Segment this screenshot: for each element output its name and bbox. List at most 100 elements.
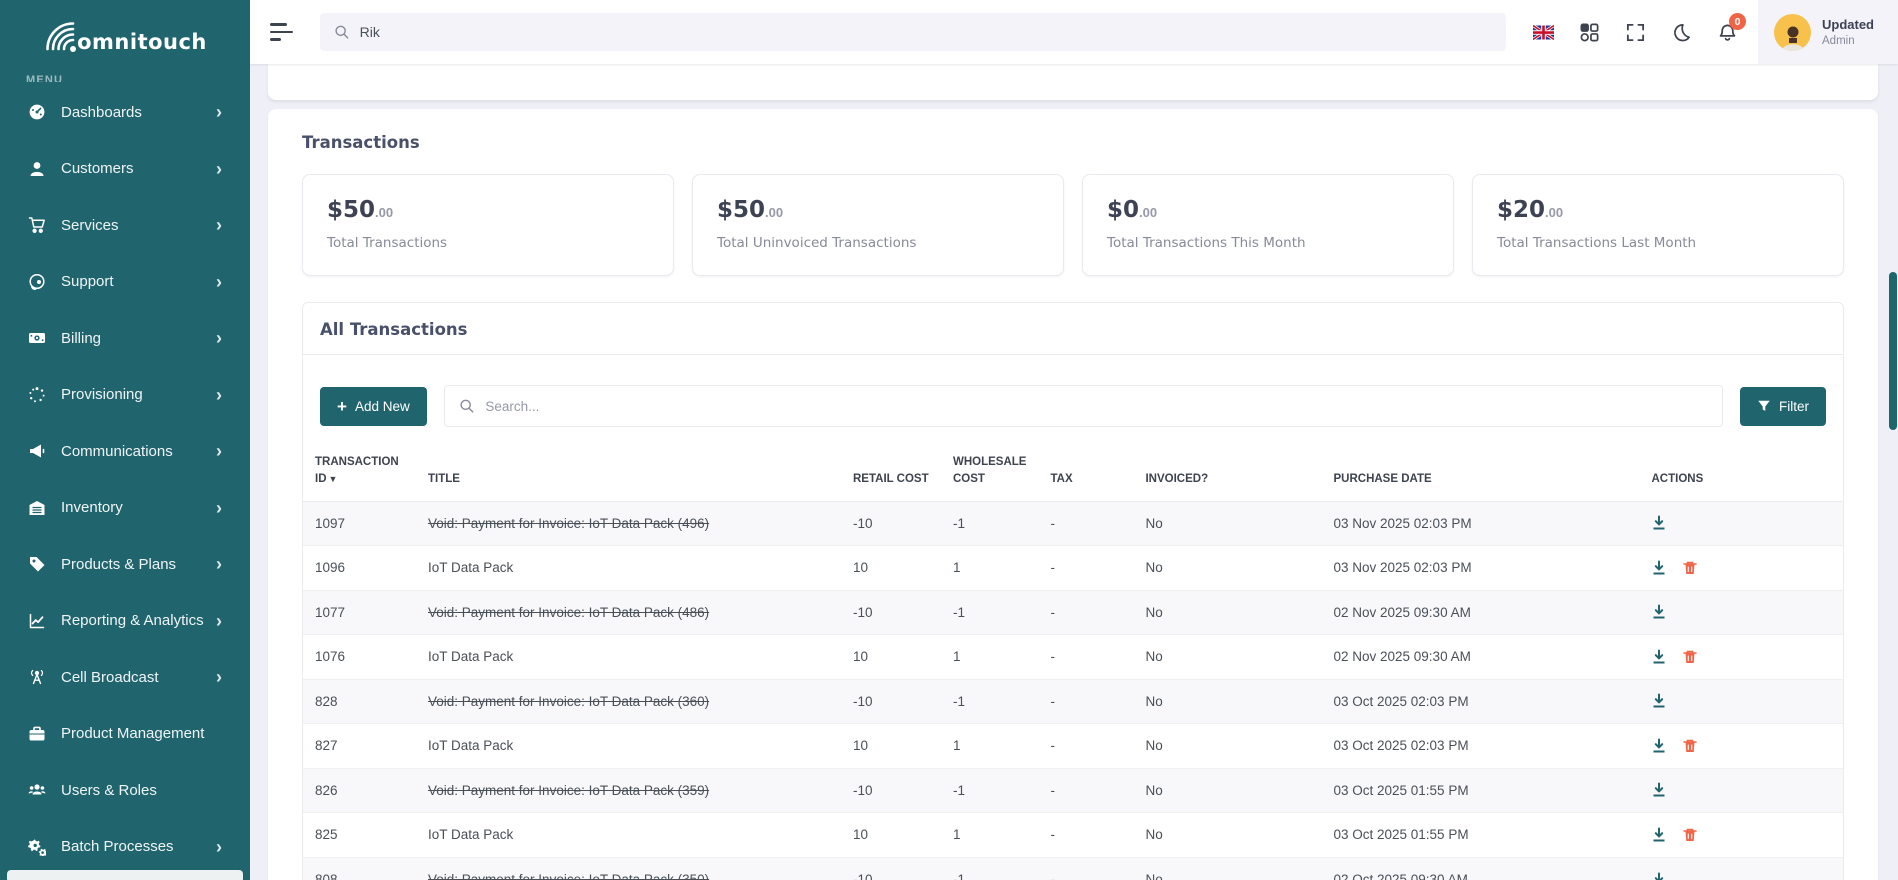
- stat-label: Total Transactions This Month: [1107, 235, 1429, 251]
- tag-icon: [26, 554, 48, 574]
- support-headset-icon: [26, 272, 48, 292]
- download-invoice-button[interactable]: [1651, 738, 1667, 754]
- download-invoice-button[interactable]: [1651, 782, 1667, 798]
- fullscreen-icon: [1625, 22, 1646, 43]
- stat-card: $50.00 Total Uninvoiced Transactions: [692, 174, 1064, 276]
- avatar-person-icon: [1778, 21, 1808, 51]
- table-row: 1077 Void: Payment for Invoice: IoT Data…: [303, 590, 1843, 635]
- table-row: 1097 Void: Payment for Invoice: IoT Data…: [303, 501, 1843, 546]
- cell-transaction-id: 808: [303, 857, 416, 880]
- download-icon: [1651, 827, 1667, 843]
- language-flag-button[interactable]: [1520, 9, 1566, 55]
- cell-purchase-date: 03 Nov 2025 02:03 PM: [1321, 501, 1639, 546]
- sidebar-item-label: Provisioning: [61, 386, 216, 403]
- download-icon: [1651, 872, 1667, 880]
- cell-title: Void: Payment for Invoice: IoT Data Pack…: [428, 783, 709, 798]
- cell-retail-cost: -10: [841, 501, 941, 546]
- notification-badge: 0: [1729, 13, 1746, 30]
- transactions-table: TRANSACTION ID▼TITLERETAIL COSTWHOLESALE…: [303, 446, 1843, 880]
- stat-card: $20.00 Total Transactions Last Month: [1472, 174, 1844, 276]
- cell-wholesale-cost: 1: [941, 635, 1038, 680]
- sort-desc-icon[interactable]: ▼: [329, 474, 338, 484]
- cell-wholesale-cost: -1: [941, 679, 1038, 724]
- sidebar-item-billing[interactable]: Billing ›: [0, 310, 250, 367]
- cell-wholesale-cost: -1: [941, 857, 1038, 880]
- sidebar-item-cell-broadcast[interactable]: Cell Broadcast ›: [0, 649, 250, 706]
- user-role: Admin: [1822, 35, 1874, 47]
- apps-grid-button[interactable]: [1566, 9, 1612, 55]
- cell-title: IoT Data Pack: [428, 827, 513, 842]
- sidebar-item-reporting-analytics[interactable]: Reporting & Analytics ›: [0, 593, 250, 650]
- dark-mode-button[interactable]: [1658, 9, 1704, 55]
- download-invoice-button[interactable]: [1651, 560, 1667, 576]
- delete-transaction-button[interactable]: [1682, 560, 1698, 576]
- sidebar-item-users-roles[interactable]: Users & Roles: [0, 762, 250, 819]
- all-transactions-card: All Transactions + Add New Fil: [302, 302, 1844, 880]
- sidebar-item-label: Customers: [61, 160, 216, 177]
- delete-transaction-button[interactable]: [1682, 649, 1698, 665]
- stat-value: $20: [1497, 197, 1545, 223]
- stat-card: $0.00 Total Transactions This Month: [1082, 174, 1454, 276]
- sidebar-item-services[interactable]: Services ›: [0, 197, 250, 254]
- delete-transaction-button[interactable]: [1682, 738, 1698, 754]
- sidebar-item-customers[interactable]: Customers ›: [0, 141, 250, 198]
- brand-name: omnitouch: [77, 30, 207, 54]
- download-icon: [1651, 782, 1667, 798]
- cell-tax: -: [1038, 635, 1133, 680]
- wifi-arcs-icon: [43, 18, 81, 58]
- add-new-button[interactable]: + Add New: [320, 387, 427, 426]
- download-invoice-button[interactable]: [1651, 693, 1667, 709]
- table-search: [444, 385, 1723, 427]
- sidebar-item-provisioning[interactable]: Provisioning ›: [0, 367, 250, 424]
- page-scrollbar-thumb[interactable]: [1889, 272, 1897, 430]
- column-header[interactable]: TRANSACTION ID▼: [303, 446, 416, 501]
- antenna-icon: [26, 667, 48, 687]
- sidebar-item-product-management[interactable]: Product Management: [0, 706, 250, 763]
- user-profile-menu[interactable]: Updated Admin: [1758, 0, 1898, 64]
- table-search-input[interactable]: [485, 399, 1708, 414]
- cell-transaction-id: 827: [303, 724, 416, 769]
- moon-icon: [1671, 22, 1692, 43]
- users-group-icon: [26, 780, 48, 800]
- cell-purchase-date: 03 Nov 2025 02:03 PM: [1321, 546, 1639, 591]
- sidebar-item-communications[interactable]: Communications ›: [0, 423, 250, 480]
- filter-button[interactable]: Filter: [1740, 387, 1826, 426]
- chevron-right-icon: ›: [216, 670, 222, 684]
- customers-icon: [26, 159, 48, 179]
- cell-transaction-id: 825: [303, 813, 416, 858]
- download-invoice-button[interactable]: [1651, 515, 1667, 531]
- stat-cents: .00: [765, 205, 783, 220]
- sidebar-item-products-plans[interactable]: Products & Plans ›: [0, 536, 250, 593]
- delete-transaction-button[interactable]: [1682, 827, 1698, 843]
- download-invoice-button[interactable]: [1651, 649, 1667, 665]
- brand-logo[interactable]: omnitouch: [0, 0, 250, 70]
- hamburger-menu-icon[interactable]: [262, 9, 308, 55]
- table-title: All Transactions: [320, 320, 1826, 339]
- sidebar-item-batch-processes[interactable]: Batch Processes ›: [0, 819, 250, 876]
- fullscreen-button[interactable]: [1612, 9, 1658, 55]
- cell-purchase-date: 02 Nov 2025 09:30 AM: [1321, 635, 1639, 680]
- cell-retail-cost: -10: [841, 768, 941, 813]
- stat-cents: .00: [1545, 205, 1563, 220]
- download-invoice-button[interactable]: [1651, 872, 1667, 880]
- sidebar-item-inventory[interactable]: Inventory ›: [0, 480, 250, 537]
- column-header: ACTIONS: [1639, 446, 1843, 501]
- download-invoice-button[interactable]: [1651, 604, 1667, 620]
- notifications-button[interactable]: 0: [1704, 9, 1750, 55]
- dashboard-icon: [26, 102, 48, 122]
- sidebar-item-support[interactable]: Support ›: [0, 254, 250, 311]
- cell-tax: -: [1038, 813, 1133, 858]
- sidebar-item-dashboards[interactable]: Dashboards ›: [0, 84, 250, 141]
- column-header: WHOLESALE COST: [941, 446, 1038, 501]
- download-invoice-button[interactable]: [1651, 827, 1667, 843]
- sidebar-cut-item: [7, 870, 243, 880]
- sidebar-item-label: Product Management: [61, 725, 222, 742]
- topbar: 0 Updated Admin: [250, 0, 1898, 64]
- stat-cents: .00: [1139, 205, 1157, 220]
- download-icon: [1651, 560, 1667, 576]
- stats-section-title: Transactions: [302, 133, 1844, 152]
- cell-invoiced: No: [1133, 635, 1321, 680]
- global-search-input[interactable]: [360, 24, 1492, 40]
- user-name: Updated: [1822, 17, 1874, 32]
- filter-funnel-icon: [1757, 399, 1771, 413]
